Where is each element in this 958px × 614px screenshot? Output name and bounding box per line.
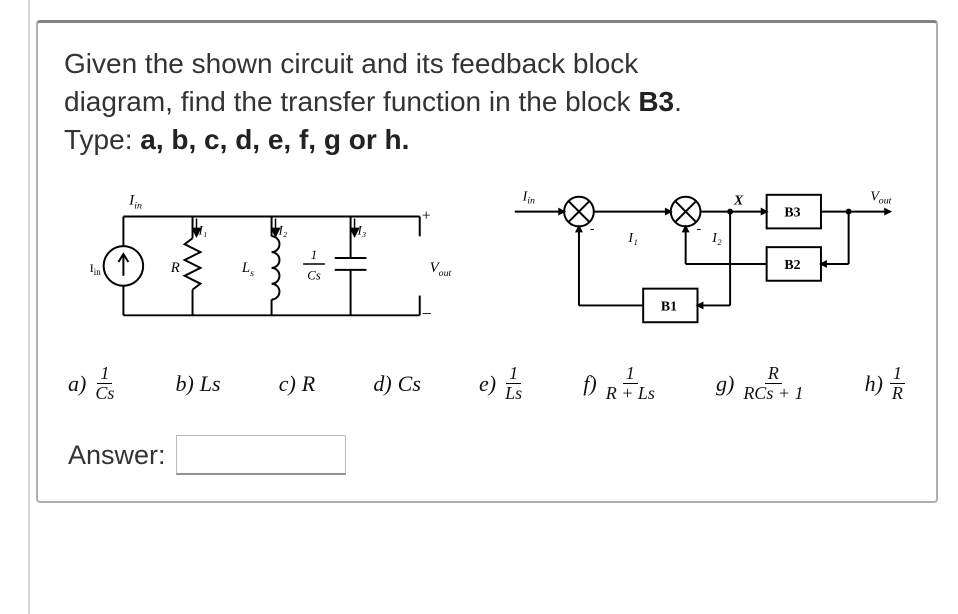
option-h-label: h) xyxy=(865,371,883,397)
question-line1: Given the shown circuit and its feedback… xyxy=(64,48,638,79)
option-g-label: g) xyxy=(716,371,734,397)
block-iin-label: Iin xyxy=(522,189,535,207)
circuit-ls-label: Ls xyxy=(241,260,254,279)
option-h-num: 1 xyxy=(890,364,905,384)
option-d: d) Cs xyxy=(373,371,421,397)
block-i2-label: I₂ xyxy=(711,231,722,246)
block-b3-label: B3 xyxy=(785,205,801,220)
option-g-den: RCs + 1 xyxy=(740,384,806,403)
question-line3a: Type: xyxy=(64,124,140,155)
circuit-diagram: Iin Iin R I₁ Ls I₂ I₃ 1 Cs + − Vout xyxy=(74,176,469,344)
circuit-cs-den: Cs xyxy=(307,269,321,283)
question-line2a: diagram, find the transfer function in t… xyxy=(64,86,638,117)
option-f: f) 1R + Ls xyxy=(583,364,658,403)
circuit-iin-label: Iin xyxy=(128,193,142,212)
option-g: g) RRCs + 1 xyxy=(716,364,806,403)
question-text: Given the shown circuit and its feedback… xyxy=(64,45,910,158)
svg-text:-: - xyxy=(697,221,702,236)
block-b2-label: B2 xyxy=(785,257,801,272)
option-f-den: R + Ls xyxy=(603,384,658,403)
answer-label: Answer: xyxy=(68,440,166,471)
option-d-label: d) xyxy=(373,371,391,397)
svg-text:-: - xyxy=(590,221,595,236)
circuit-plus: + xyxy=(422,208,431,225)
option-b-value: Ls xyxy=(200,371,221,397)
option-c-label: c) xyxy=(279,371,296,397)
question-card: Given the shown circuit and its feedback… xyxy=(36,20,938,503)
option-a: a) 1Cs xyxy=(68,364,117,403)
option-a-num: 1 xyxy=(97,364,112,384)
option-a-den: Cs xyxy=(92,384,117,403)
answer-input[interactable] xyxy=(176,435,346,475)
circuit-r-label: R xyxy=(170,260,180,276)
option-f-num: 1 xyxy=(623,364,638,384)
circuit-cs-num: 1 xyxy=(311,248,317,262)
option-e: e) 1Ls xyxy=(479,364,525,403)
option-b: b) Ls xyxy=(175,371,220,397)
block-i1-label: I₁ xyxy=(627,231,637,246)
option-a-label: a) xyxy=(68,371,86,397)
option-d-value: Cs xyxy=(398,371,421,397)
block-diagram: - - Iin I₁ I₂ X B3 B2 B1 Vout xyxy=(495,176,910,344)
block-b1-label: B1 xyxy=(661,299,677,314)
option-e-num: 1 xyxy=(506,364,521,384)
option-e-den: Ls xyxy=(502,384,525,403)
option-h: h) 1R xyxy=(865,364,906,403)
option-f-label: f) xyxy=(583,371,596,397)
circuit-iin-label-2: Iin xyxy=(90,261,101,277)
options-row: a) 1Cs b) Ls c) R d) Cs e) 1Ls f) 1R + L… xyxy=(68,364,906,403)
diagram-row: Iin Iin R I₁ Ls I₂ I₃ 1 Cs + − Vout xyxy=(74,176,910,344)
option-b-label: b) xyxy=(175,371,193,397)
block-x-label: X xyxy=(733,193,744,208)
circuit-vout-label: Vout xyxy=(430,260,452,279)
option-h-den: R xyxy=(889,384,906,403)
block-vout-label: Vout xyxy=(870,189,891,207)
option-c: c) R xyxy=(279,371,316,397)
option-c-value: R xyxy=(302,371,315,397)
circuit-minus: − xyxy=(422,304,432,324)
page-guideline xyxy=(28,0,30,614)
page: Given the shown circuit and its feedback… xyxy=(0,0,958,614)
question-line2c: . xyxy=(674,86,682,117)
question-b3: B3 xyxy=(638,86,674,117)
option-e-label: e) xyxy=(479,371,496,397)
question-line3b: a, b, c, d, e, f, g or h. xyxy=(140,124,409,155)
answer-row: Answer: xyxy=(68,435,910,475)
option-g-num: R xyxy=(765,364,782,384)
